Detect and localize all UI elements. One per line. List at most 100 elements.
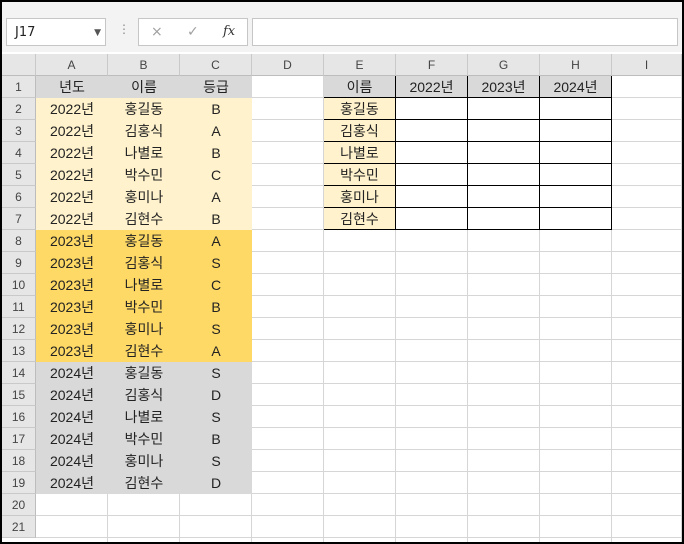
column-header-b[interactable]: B [108, 54, 180, 76]
table1-cell[interactable]: 나별로 [108, 142, 180, 164]
table1-cell[interactable]: 나별로 [108, 406, 180, 428]
table1-cell[interactable]: 2024년 [36, 450, 108, 472]
table2-name-cell[interactable]: 홍길동 [324, 98, 396, 120]
row-header-15[interactable]: 15 [2, 384, 36, 406]
table2-header-cell[interactable]: 2022년 [396, 76, 468, 98]
table1-cell[interactable]: 박수민 [108, 296, 180, 318]
table1-cell[interactable]: S [180, 362, 252, 384]
table1-cell[interactable]: 2023년 [36, 340, 108, 362]
table1-cell[interactable]: 김현수 [108, 472, 180, 494]
table1-cell[interactable]: S [180, 318, 252, 340]
worksheet-grid[interactable]: A B C D E F G H I 1 2 3 4 5 6 7 8 9 10 11 12 13 14 15 16 17 18 19 20… [2, 54, 682, 542]
table1-cell[interactable]: A [180, 340, 252, 362]
row-header-21[interactable]: 21 [2, 516, 36, 538]
table1-cell[interactable]: 2023년 [36, 274, 108, 296]
column-header-e[interactable]: E [324, 54, 396, 76]
table2-empty-cell[interactable] [396, 120, 468, 142]
table1-cell[interactable]: 2022년 [36, 186, 108, 208]
row-header-14[interactable]: 14 [2, 362, 36, 384]
table1-cell[interactable]: 홍길동 [108, 362, 180, 384]
more-options-icon[interactable]: ⋮ [118, 22, 130, 36]
table2-header-cell[interactable]: 이름 [324, 76, 396, 98]
table2-empty-cell[interactable] [468, 142, 540, 164]
table1-cell[interactable]: S [180, 450, 252, 472]
table1-cell[interactable]: 2024년 [36, 384, 108, 406]
table2-empty-cell[interactable] [540, 186, 612, 208]
table2-name-cell[interactable]: 김홍식 [324, 120, 396, 142]
table2-empty-cell[interactable] [396, 164, 468, 186]
row-header-13[interactable]: 13 [2, 340, 36, 362]
table1-cell[interactable]: 2024년 [36, 428, 108, 450]
table2-empty-cell[interactable] [540, 98, 612, 120]
row-header-17[interactable]: 17 [2, 428, 36, 450]
table1-cell[interactable]: 2024년 [36, 362, 108, 384]
table1-cell[interactable]: 박수민 [108, 164, 180, 186]
table1-cell[interactable]: 김현수 [108, 340, 180, 362]
row-header-3[interactable]: 3 [2, 120, 36, 142]
row-header-16[interactable]: 16 [2, 406, 36, 428]
table1-cell[interactable]: 홍길동 [108, 230, 180, 252]
table1-cell[interactable]: 김홍식 [108, 120, 180, 142]
table1-cell[interactable]: 2023년 [36, 296, 108, 318]
table1-cell[interactable]: D [180, 472, 252, 494]
table2-name-cell[interactable]: 나별로 [324, 142, 396, 164]
enter-icon[interactable]: ✓ [187, 24, 199, 40]
column-header-c[interactable]: C [180, 54, 252, 76]
table1-cell[interactable]: 2022년 [36, 120, 108, 142]
table1-cell[interactable]: 2024년 [36, 406, 108, 428]
table1-cell[interactable]: 홍미나 [108, 450, 180, 472]
table2-empty-cell[interactable] [468, 120, 540, 142]
table1-cell[interactable]: 나별로 [108, 274, 180, 296]
table2-empty-cell[interactable] [396, 186, 468, 208]
table1-cell[interactable]: 2022년 [36, 164, 108, 186]
table1-cell[interactable]: 김홍식 [108, 384, 180, 406]
name-box[interactable]: J17 ▼ [6, 18, 106, 46]
table1-cell[interactable]: 홍길동 [108, 98, 180, 120]
table2-empty-cell[interactable] [540, 142, 612, 164]
formula-input[interactable] [252, 18, 678, 46]
table2-name-cell[interactable]: 박수민 [324, 164, 396, 186]
table2-empty-cell[interactable] [540, 164, 612, 186]
table1-cell[interactable]: B [180, 142, 252, 164]
chevron-down-icon[interactable]: ▼ [94, 28, 101, 38]
column-header-h[interactable]: H [540, 54, 612, 76]
row-header-20[interactable]: 20 [2, 494, 36, 516]
table1-cell[interactable]: D [180, 384, 252, 406]
table1-cell[interactable]: A [180, 230, 252, 252]
table1-cell[interactable]: B [180, 428, 252, 450]
table1-cell[interactable]: 2023년 [36, 252, 108, 274]
row-header-2[interactable]: 2 [2, 98, 36, 120]
table1-header-cell[interactable]: 년도 [36, 76, 108, 98]
table1-cell[interactable]: C [180, 274, 252, 296]
row-header-10[interactable]: 10 [2, 274, 36, 296]
table1-cell[interactable]: 2022년 [36, 142, 108, 164]
column-header-a[interactable]: A [36, 54, 108, 76]
table2-header-cell[interactable]: 2023년 [468, 76, 540, 98]
table2-empty-cell[interactable] [540, 208, 612, 230]
table1-cell[interactable]: B [180, 208, 252, 230]
table2-header-cell[interactable]: 2024년 [540, 76, 612, 98]
table1-cell[interactable]: 2024년 [36, 472, 108, 494]
table1-cell[interactable]: 2022년 [36, 208, 108, 230]
table1-cell[interactable]: A [180, 186, 252, 208]
table1-cell[interactable]: S [180, 252, 252, 274]
row-header-18[interactable]: 18 [2, 450, 36, 472]
row-header-9[interactable]: 9 [2, 252, 36, 274]
table2-name-cell[interactable]: 김현수 [324, 208, 396, 230]
row-header-19[interactable]: 19 [2, 472, 36, 494]
table1-header-cell[interactable]: 이름 [108, 76, 180, 98]
column-header-i[interactable]: I [612, 54, 682, 76]
table1-cell[interactable]: 2023년 [36, 318, 108, 340]
table1-cell[interactable]: 홍미나 [108, 186, 180, 208]
row-header-8[interactable]: 8 [2, 230, 36, 252]
table2-empty-cell[interactable] [396, 142, 468, 164]
table2-name-cell[interactable]: 홍미나 [324, 186, 396, 208]
row-header-4[interactable]: 4 [2, 142, 36, 164]
row-header-11[interactable]: 11 [2, 296, 36, 318]
table1-cell[interactable]: B [180, 296, 252, 318]
row-header-7[interactable]: 7 [2, 208, 36, 230]
table2-empty-cell[interactable] [468, 164, 540, 186]
table1-header-cell[interactable]: 등급 [180, 76, 252, 98]
table1-cell[interactable]: 2022년 [36, 98, 108, 120]
table1-cell[interactable]: S [180, 406, 252, 428]
